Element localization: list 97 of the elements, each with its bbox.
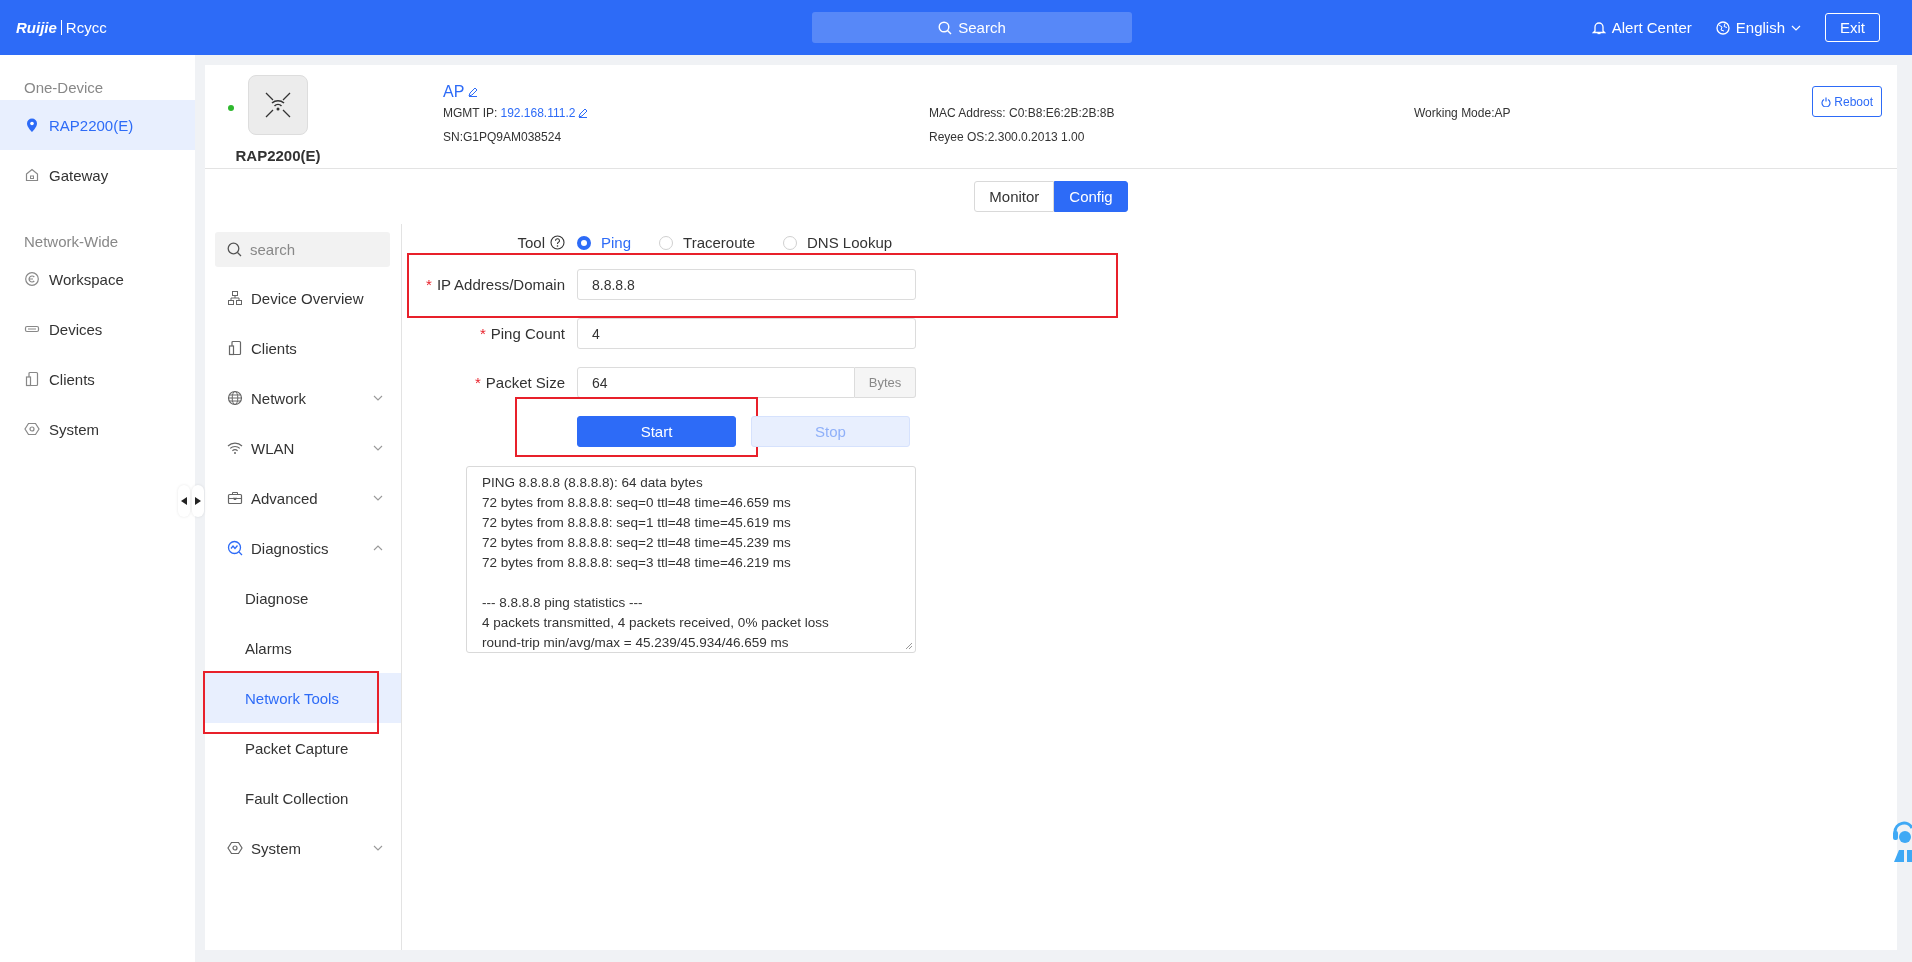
circle-c-icon — [24, 271, 40, 287]
chevron-down-icon — [373, 395, 383, 401]
sidebar-item[interactable]: RAP2200(E) — [0, 100, 195, 150]
alert-center-link[interactable]: Alert Center — [1591, 19, 1692, 36]
ping-output: PING 8.8.8.8 (8.8.8.8): 64 data bytes 72 bytes from 8.8.8.8: seq=0 ttl=48 time=46.659 ms 72 bytes from 8.8.8.8: seq=1 ttl=48 time=45.619 ms 72 bytes from 8.8.8.8: seq=2 ttl=48 time=45.239 ms 72 bytes from 8.8.8.8: seq=3 ttl=48 time=46.219 ms --- 8.8.8.8 ping statistics --- 4 packets transmitted, 4 packets received, 0% packet loss round-trip min/avg/max = 45.239/45.934/46.659 ms — [466, 466, 916, 653]
submenu-item[interactable]: Network Tools — [205, 673, 401, 723]
menu-item-label: Device Overview — [251, 289, 364, 307]
field-label: Tool — [517, 234, 545, 251]
chevron-up-icon — [373, 545, 383, 551]
required-mark: * — [479, 325, 486, 342]
radio-option[interactable]: DNS Lookup — [783, 234, 893, 251]
section-heading: Network-Wide — [23, 232, 120, 252]
menu-item-label: WLAN — [251, 439, 295, 457]
language-selector[interactable]: English — [1715, 19, 1801, 36]
device-model: RAP2200(E) — [235, 147, 321, 164]
sidebar-item[interactable]: Gateway — [0, 150, 195, 200]
toolbox-icon — [227, 490, 243, 506]
submenu-item[interactable]: Diagnose — [205, 573, 401, 623]
hexagon-icon — [227, 840, 243, 856]
menu-item[interactable]: WLAN — [205, 423, 401, 473]
sidebar-item[interactable]: Clients — [0, 354, 195, 404]
serial-number: SN:G1PQ9AM038524 — [443, 129, 563, 146]
submenu-item[interactable]: Alarms — [205, 623, 401, 673]
radio-option[interactable]: Traceroute — [659, 234, 755, 251]
mgmt-ip-label: MGMT IP: — [443, 106, 498, 120]
chevron-down-icon — [373, 845, 383, 851]
mgmt-ip-link[interactable]: 192.168.111.2 — [500, 106, 576, 120]
reboot-button[interactable]: Reboot — [1812, 86, 1882, 117]
menu-item[interactable]: Diagnostics — [205, 523, 401, 573]
menu-item-label: Clients — [251, 339, 297, 357]
right-arrow-icon — [195, 497, 201, 505]
radio-button[interactable] — [577, 235, 591, 250]
diagnostics-chart-icon — [227, 540, 243, 556]
expand-toggle[interactable] — [192, 485, 204, 517]
menu-item[interactable]: Clients — [205, 323, 401, 373]
menu-item-label: System — [251, 839, 301, 857]
collapse-toggle[interactable] — [178, 485, 190, 517]
chevron-down-icon — [373, 495, 383, 501]
globe-icon — [227, 390, 243, 406]
radio-label: DNS Lookup — [807, 234, 893, 251]
submenu-item[interactable]: Packet Capture — [205, 723, 401, 773]
section-heading: One-Device — [23, 78, 105, 98]
wifi-icon — [227, 440, 243, 456]
left-arrow-icon — [181, 497, 187, 505]
radio-label: Traceroute — [683, 234, 755, 251]
edit-icon — [578, 108, 589, 118]
device-name: AP — [443, 83, 465, 101]
menu-item-label: Advanced — [251, 489, 318, 507]
mac-address: MAC Address: C0:B8:E6:2B:2B:8B — [929, 105, 1116, 122]
required-mark: * — [426, 276, 432, 293]
menu-item-label: Diagnostics — [251, 539, 329, 557]
input-field[interactable]: 64 — [577, 367, 855, 398]
exit-button[interactable]: Exit — [1825, 13, 1880, 42]
menu-item[interactable]: Device Overview — [205, 273, 401, 323]
sidebar-item[interactable]: Workspace — [0, 254, 195, 304]
resize-handle-icon — [905, 642, 913, 650]
unit-addon: Bytes — [855, 367, 916, 398]
required-mark: * — [474, 374, 481, 391]
start-button[interactable]: Start — [577, 416, 736, 447]
search-icon — [938, 20, 953, 35]
field-label: IP Address/Domain — [436, 276, 565, 293]
access-point-image — [248, 75, 308, 135]
power-icon — [1821, 96, 1832, 107]
radio-label: Ping — [601, 234, 632, 251]
edit-icon — [468, 87, 479, 97]
menu-item-label: Network — [251, 389, 306, 407]
submenu-item[interactable]: Fault Collection — [205, 773, 401, 823]
field-label: Packet Size — [485, 374, 565, 391]
bell-icon — [1591, 20, 1606, 35]
os-version: Reyee OS:2.300.0.2013 1.00 — [929, 129, 1086, 146]
search-placeholder: Search — [958, 19, 1006, 36]
view-tab[interactable]: Monitor — [974, 181, 1055, 212]
search-placeholder: search — [250, 241, 296, 258]
topology-icon — [227, 290, 243, 306]
search-icon — [227, 242, 242, 257]
menu-item[interactable]: System — [205, 823, 401, 873]
menu-item[interactable]: Network — [205, 373, 401, 423]
chevron-down-icon — [1791, 24, 1801, 31]
logo-brand-text: Ruijie — [16, 19, 57, 36]
input-field[interactable]: 4 — [577, 318, 916, 349]
sidebar-item[interactable]: System — [0, 404, 195, 454]
logo-product-text: Rcycc — [65, 19, 107, 36]
working-mode: Working Mode:AP — [1414, 105, 1512, 122]
globe-icon — [1715, 20, 1730, 35]
view-tab[interactable]: Config — [1054, 181, 1128, 212]
house-icon — [24, 167, 40, 183]
input-field[interactable]: 8.8.8.8 — [577, 269, 916, 300]
chevron-down-icon — [373, 445, 383, 451]
radio-option[interactable]: Ping — [577, 234, 632, 251]
hexagon-icon — [24, 421, 40, 437]
help-icon — [550, 235, 565, 250]
field-label: Ping Count — [490, 325, 565, 342]
location-pin-icon — [24, 117, 40, 133]
sidebar-item[interactable]: Devices — [0, 304, 195, 354]
phone-icon — [227, 340, 243, 356]
phone-icon — [24, 371, 40, 387]
menu-item[interactable]: Advanced — [205, 473, 401, 523]
